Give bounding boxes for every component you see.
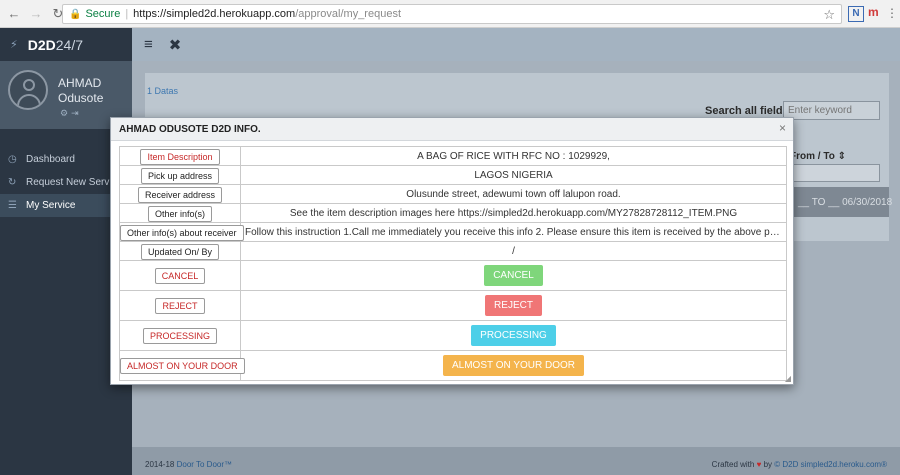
table-row: Other info(s) about receiver Follow this… xyxy=(119,222,787,242)
info-modal: AHMAD ODUSOTE D2D INFO. × Item Descripti… xyxy=(110,117,794,385)
sidebar-item-label: Request New Service xyxy=(26,177,123,188)
almost-on-your-door-label-button[interactable]: ALMOST ON YOUR DOOR xyxy=(120,358,245,374)
browser-toolbar: ← → ↻ 🔒 Secure | https://simpled2d.herok… xyxy=(0,0,900,28)
footer-link-door-to-door[interactable]: Door To Door™ xyxy=(177,460,232,469)
processing-label-button[interactable]: PROCESSING xyxy=(142,328,217,344)
footer: 2014-18 Door To Door™ Crafted with ♥ by … xyxy=(132,447,900,475)
table-row: ALMOST ON YOUR DOOR ALMOST ON YOUR DOOR xyxy=(119,350,787,381)
table-row: Updated On/ By / xyxy=(119,241,787,261)
footer-left: 2014-18 Door To Door™ xyxy=(145,460,232,469)
item-description-value: A BAG OF RICE WITH RFC NO : 1029929, xyxy=(240,146,787,166)
column-header-from-to[interactable]: From / To ⇕ xyxy=(790,151,846,162)
footer-right: Crafted with ♥ by © D2D simpled2d.heroku… xyxy=(712,460,887,469)
cancel-label-button[interactable]: CANCEL xyxy=(154,268,206,284)
table-row: REJECT REJECT xyxy=(119,290,787,321)
other-info-receiver-value: Follow this instruction 1.Call me immedi… xyxy=(240,222,787,242)
search-label: Search all fields: xyxy=(705,105,793,117)
table-row[interactable]: __ TO __ 06/30/2018 xyxy=(790,187,892,217)
sidebar-item-label: Dashboard xyxy=(26,154,75,165)
datas-count: 1 Datas xyxy=(147,86,179,96)
other-info-button[interactable]: Other info(s) xyxy=(147,205,212,222)
browser-menu-icon[interactable]: ⋮ xyxy=(886,6,898,20)
item-description-button[interactable]: Item Description xyxy=(140,148,220,165)
search-input[interactable] xyxy=(783,101,880,120)
table-row: Receiver address Olusunde street, adewum… xyxy=(119,184,787,204)
pickup-address-value: LAGOS NIGERIA xyxy=(240,165,787,185)
column-filter-input[interactable] xyxy=(790,164,880,182)
back-icon[interactable]: ← xyxy=(6,6,22,21)
url-path: /approval/my_request xyxy=(295,8,401,20)
list-icon: ☰ xyxy=(8,200,17,211)
cancel-button[interactable]: CANCEL xyxy=(484,265,543,286)
bolt-icon: ⚡ xyxy=(10,39,18,51)
close-icon[interactable]: × xyxy=(779,121,786,135)
logout-icon[interactable]: ⇥ xyxy=(71,108,82,118)
table-row: PROCESSING PROCESSING xyxy=(119,320,787,351)
user-first-name: AHMAD xyxy=(58,76,102,90)
brand-rest: 24/7 xyxy=(55,36,83,53)
modal-title: AHMAD ODUSOTE D2D INFO. xyxy=(111,118,793,141)
lock-icon: 🔒 xyxy=(69,8,82,20)
updated-on-by-button[interactable]: Updated On/ By xyxy=(140,243,220,260)
profile-actions: ⚙⇥ xyxy=(60,108,82,119)
extension-n-icon[interactable]: N xyxy=(848,6,864,22)
secure-label: Secure xyxy=(85,8,121,20)
user-last-name: Odusote xyxy=(58,91,104,105)
almost-on-your-door-button[interactable]: ALMOST ON YOUR DOOR xyxy=(443,355,584,376)
footer-year: 2014-18 xyxy=(145,460,175,469)
info-table: Item Description A BAG OF RICE WITH RFC … xyxy=(119,146,787,381)
extension-m-icon[interactable]: m xyxy=(868,5,879,19)
table-row: Pick up address LAGOS NIGERIA xyxy=(119,165,787,185)
address-bar[interactable]: 🔒 Secure | https://simpled2d.herokuapp.c… xyxy=(62,4,842,24)
reject-label-button[interactable]: REJECT xyxy=(155,298,205,314)
forward-icon[interactable]: → xyxy=(28,6,44,21)
brand-bold: D2D xyxy=(27,36,56,53)
settings-icon[interactable]: ⚙ xyxy=(60,108,71,118)
avatar xyxy=(8,70,48,110)
table-row: Other info(s) See the item description i… xyxy=(119,203,787,223)
bookmark-star-icon[interactable]: ☆ xyxy=(823,7,835,23)
other-info-value: See the item description images here htt… xyxy=(240,203,787,223)
table-row: CANCEL CANCEL xyxy=(119,260,787,291)
footer-by-text: by xyxy=(763,460,773,469)
heart-icon: ♥ xyxy=(756,460,762,469)
receiver-address-value: Olusunde street, adewumi town off lalupo… xyxy=(240,184,787,204)
updated-on-by-value: / xyxy=(240,241,787,261)
hamburger-icon[interactable]: ≡ xyxy=(144,36,153,53)
reject-button[interactable]: REJECT xyxy=(485,295,542,316)
processing-button[interactable]: PROCESSING xyxy=(471,325,556,346)
footer-crafted-text: Crafted with xyxy=(711,460,755,469)
tools-icon[interactable]: ✖ xyxy=(169,36,182,54)
resize-grip-icon[interactable]: ◢ xyxy=(785,374,791,383)
pickup-address-button[interactable]: Pick up address xyxy=(140,167,220,184)
url-host: https://simpled2d.herokuapp.com xyxy=(133,8,296,20)
top-bar: ≡ ✖ xyxy=(132,28,900,61)
footer-link-d2d[interactable]: © D2D simpled2d.heroku.com® xyxy=(774,460,887,469)
address-separator: | xyxy=(125,8,129,20)
other-info-receiver-button[interactable]: Other info(s) about receiver xyxy=(120,224,244,241)
brand[interactable]: ⚡ D2D 24/7 xyxy=(0,28,132,61)
sidebar-item-label: My Service xyxy=(26,200,76,211)
table-row: Item Description A BAG OF RICE WITH RFC … xyxy=(119,146,787,166)
receiver-address-button[interactable]: Receiver address xyxy=(137,186,223,203)
dashboard-icon: ◷ xyxy=(8,154,17,165)
refresh-icon: ↻ xyxy=(8,177,17,188)
